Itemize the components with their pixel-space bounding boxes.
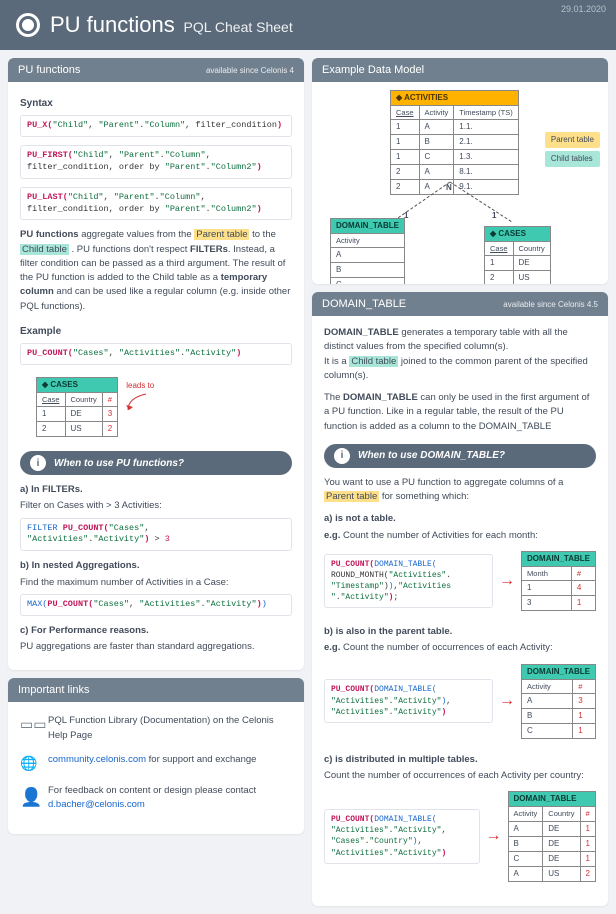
pu-use-b-code: MAX(PU_COUNT("Cases", "Activities"."Acti… bbox=[20, 594, 292, 616]
model-panel-title: Example Data Model bbox=[322, 64, 424, 76]
diagram-legend: Parent table Child tables bbox=[545, 132, 600, 167]
pu-functions-panel: PU functions available since Celonis 4 S… bbox=[8, 58, 304, 670]
dt-p2: It is a Child table joined to the common… bbox=[324, 355, 596, 384]
pu-use-c-title: c) For Performance reasons. bbox=[20, 624, 292, 638]
links-panel-title: Important links bbox=[18, 684, 90, 696]
pu-use-b-title: b) In nested Aggregations. bbox=[20, 559, 292, 573]
dt-a-code: PU_COUNT(DOMAIN_TABLE(ROUND_MONTH("Activ… bbox=[324, 554, 493, 609]
dt-intro: You want to use a PU function to aggrega… bbox=[324, 476, 596, 505]
pu-description: PU functions aggregate values from the P… bbox=[20, 228, 292, 314]
arrow-icon: → bbox=[486, 824, 502, 848]
syntax-code-2: PU_FIRST("Child", "Parent"."Column",filt… bbox=[20, 145, 292, 179]
pu-use-a-code: FILTER PU_COUNT("Cases","Activities"."Ac… bbox=[20, 518, 292, 552]
dt-panel-title: DOMAIN_TABLE bbox=[322, 298, 406, 310]
arrow-icon: → bbox=[499, 569, 515, 593]
dt-b-title: b) is also in the parent table. bbox=[324, 625, 596, 639]
globe-icon: 🌐 bbox=[20, 753, 38, 774]
dt-c-title: c) is distributed in multiple tables. bbox=[324, 753, 596, 767]
activities-table: ◆ ACTIVITIES CaseActivityTimestamp (TS) … bbox=[390, 90, 519, 195]
link-community[interactable]: 🌐 community.celonis.com for support and … bbox=[20, 753, 292, 774]
arrow-icon: → bbox=[499, 689, 515, 713]
example-code: PU_COUNT("Cases", "Activities"."Activity… bbox=[20, 343, 292, 365]
domain-mini-table: DOMAIN_TABLE Activity A B C bbox=[330, 218, 405, 284]
header-date: 29.01.2020 bbox=[561, 4, 606, 14]
domain-table-panel: DOMAIN_TABLE available since Celonis 4.5… bbox=[312, 292, 608, 906]
link-feedback[interactable]: 👤 For feedback on content or design plea… bbox=[20, 784, 292, 813]
logo-icon bbox=[16, 13, 40, 37]
syntax-heading: Syntax bbox=[20, 96, 292, 111]
person-icon: 👤 bbox=[20, 784, 38, 811]
data-model-panel: Example Data Model Parent table Child ta… bbox=[312, 58, 608, 284]
pu-panel-title: PU functions bbox=[18, 64, 80, 76]
pu-since: available since Celonis 4 bbox=[206, 66, 294, 75]
leads-to-label: leads to bbox=[126, 380, 154, 392]
dt-b-text: e.g. Count the number of occurrences of … bbox=[324, 641, 596, 655]
book-icon: ▭▭ bbox=[20, 714, 38, 735]
pu-use-a-title: a) In FILTERs. bbox=[20, 483, 292, 497]
info-icon: i bbox=[30, 455, 46, 471]
pu-use-b-text: Find the maximum number of Activities in… bbox=[20, 576, 292, 590]
link-docs[interactable]: ▭▭ PQL Function Library (Documentation) … bbox=[20, 714, 292, 743]
page-header: 29.01.2020 PU functions PQL Cheat Sheet bbox=[0, 0, 616, 50]
cases-result-table: ◆ CASES CaseCountry# 1DE3 2US2 bbox=[36, 377, 118, 437]
leads-to-arrow-icon bbox=[126, 392, 156, 412]
dt-c-code: PU_COUNT(DOMAIN_TABLE("Activities"."Acti… bbox=[324, 809, 480, 864]
dt-a-result-table: DOMAIN_TABLE Month# 14 31 bbox=[521, 551, 596, 611]
when-pu-info-bar: i When to use PU functions? bbox=[20, 451, 292, 475]
page-title: PU functions bbox=[50, 12, 175, 37]
dt-a-title: a) is not a table. bbox=[324, 512, 596, 526]
logo-block: PU functions PQL Cheat Sheet bbox=[16, 12, 293, 38]
when-dt-info-bar: i When to use DOMAIN_TABLE? bbox=[324, 444, 596, 468]
dt-p1: DOMAIN_TABLE generates a temporary table… bbox=[324, 326, 596, 355]
dt-b-result-table: DOMAIN_TABLE Activity# A3 B1 C1 bbox=[521, 664, 596, 739]
dt-p3: The DOMAIN_TABLE can only be used in the… bbox=[324, 391, 596, 434]
info-icon: i bbox=[334, 448, 350, 464]
n-label: N bbox=[446, 182, 452, 194]
important-links-panel: Important links ▭▭ PQL Function Library … bbox=[8, 678, 304, 834]
pu-use-c-text: PU aggregations are faster than standard… bbox=[20, 640, 292, 654]
dt-c-result-table: DOMAIN_TABLE ActivityCountry# ADE1 BDE1 … bbox=[508, 791, 596, 881]
dt-a-text: e.g. Count the number of Activities for … bbox=[324, 529, 596, 543]
page-subtitle: PQL Cheat Sheet bbox=[184, 19, 293, 35]
one-label-right: 1 bbox=[492, 210, 496, 222]
syntax-code-1: PU_X("Child", "Parent"."Column", filter_… bbox=[20, 115, 292, 137]
example-heading: Example bbox=[20, 324, 292, 339]
cases-mini-table: ◆ CASES CaseCountry 1DE 2US bbox=[484, 226, 551, 284]
dt-b-code: PU_COUNT(DOMAIN_TABLE("Activities"."Acti… bbox=[324, 679, 493, 723]
dt-since: available since Celonis 4.5 bbox=[503, 300, 598, 309]
dt-c-text: Count the number of occurrences of each … bbox=[324, 769, 596, 783]
syntax-code-3: PU_LAST("Child", "Parent"."Column",filte… bbox=[20, 187, 292, 221]
pu-use-a-text: Filter on Cases with > 3 Activities: bbox=[20, 499, 292, 513]
